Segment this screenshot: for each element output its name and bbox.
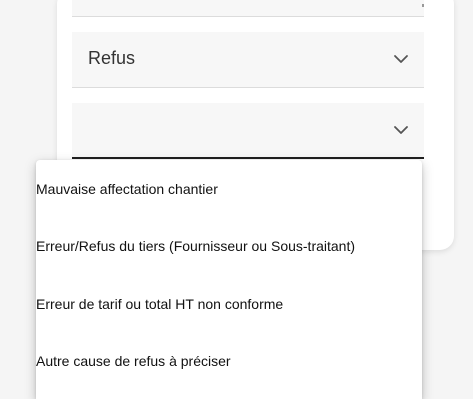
screen: Refus Mauvaise affectation chantier Erre… [0,0,473,399]
menu-item-label: Mauvaise affectation chantier [36,181,218,197]
menu-item-label: Erreur de tarif ou total HT non conforme [36,296,284,312]
refusal-reason-select[interactable] [72,103,424,159]
menu-item-label: Erreur/Refus du tiers (Fournisseur ou So… [36,238,356,254]
chevron-down-icon [392,50,410,68]
previous-field[interactable] [72,0,424,17]
menu-item-mauvaise-affectation[interactable]: Mauvaise affectation chantier [36,160,422,218]
menu-item-erreur-refus-tiers[interactable]: Erreur/Refus du tiers (Fournisseur ou So… [36,217,422,275]
chevron-down-icon [392,121,410,139]
field-edge-mark [422,4,424,7]
decision-select[interactable]: Refus [72,32,424,88]
menu-item-autre-cause[interactable]: Autre cause de refus à préciser [36,332,422,390]
refusal-reason-menu: Mauvaise affectation chantier Erreur/Ref… [36,160,422,399]
menu-item-label: Autre cause de refus à préciser [36,353,231,369]
decision-value: Refus [88,48,136,68]
menu-item-erreur-tarif[interactable]: Erreur de tarif ou total HT non conforme [36,275,422,333]
